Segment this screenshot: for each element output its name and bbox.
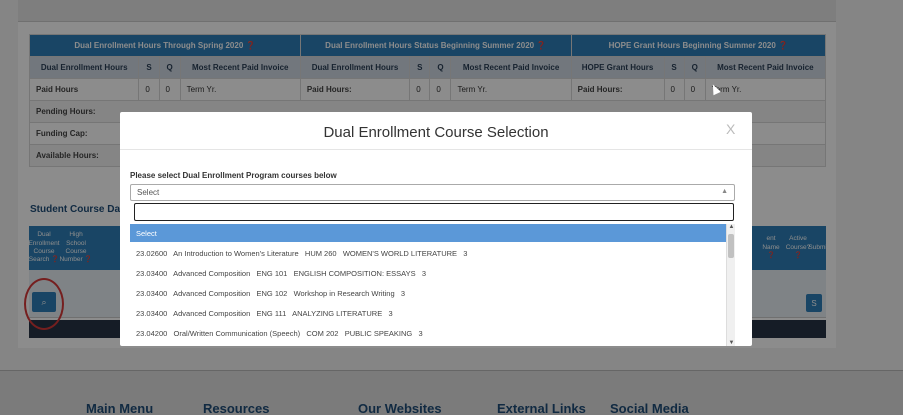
modal-title: Dual Enrollment Course Selection <box>323 124 549 141</box>
scroll-down-icon[interactable]: ▼ <box>727 340 735 346</box>
chevron-up-icon: ▲ <box>721 188 728 195</box>
course-dropdown-list: Select 23.02600 An Introduction to Women… <box>130 224 735 346</box>
dropdown-option[interactable]: 23.04200 Oral/Written Communication (Spe… <box>130 324 726 342</box>
dropdown-option[interactable]: 23.03400 Advanced Composition ENG 101 EN… <box>130 264 726 282</box>
course-select[interactable]: Select ▲ <box>130 184 735 201</box>
dropdown-option[interactable]: 23.03400 Advanced Composition ENG 102 Wo… <box>130 284 726 302</box>
dropdown-option[interactable]: Select <box>130 224 726 242</box>
scroll-up-icon[interactable]: ▲ <box>727 224 735 230</box>
dropdown-scrollbar[interactable]: ▲ ▼ <box>726 224 735 346</box>
course-search-input[interactable] <box>134 203 734 221</box>
course-select-value: Select <box>137 188 160 197</box>
scrollbar-thumb[interactable] <box>728 234 734 258</box>
dropdown-option[interactable]: 23.02600 An Introduction to Women's Lite… <box>130 244 726 262</box>
modal-divider <box>120 149 752 150</box>
close-icon[interactable]: X <box>726 121 735 137</box>
course-selection-modal: Dual Enrollment Course Selection X Pleas… <box>120 112 752 346</box>
modal-prompt: Please select Dual Enrollment Program co… <box>130 171 337 180</box>
dropdown-option[interactable]: 23.03400 Advanced Composition ENG 111 AN… <box>130 304 726 322</box>
